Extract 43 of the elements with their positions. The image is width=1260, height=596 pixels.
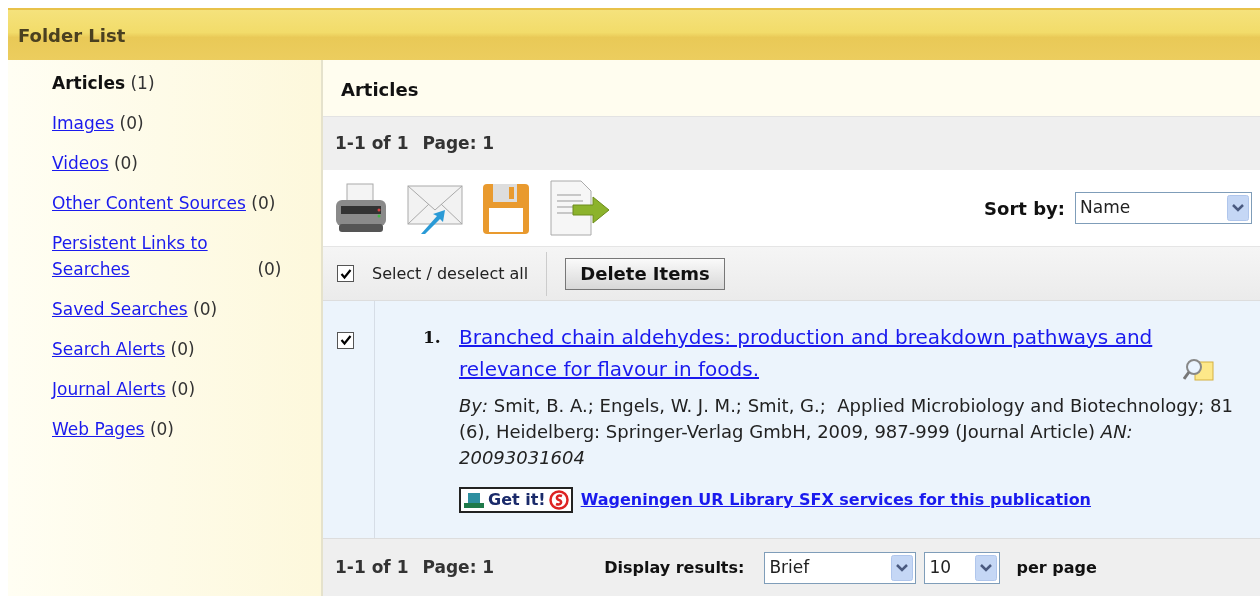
delete-items-button[interactable]: Delete Items (565, 257, 725, 290)
folder-count: (0) (149, 419, 174, 439)
display-format-dropdown[interactable]: Brief (764, 551, 917, 584)
result-range: 1-1 of 1 (335, 555, 409, 579)
folder-link[interactable]: Images (52, 110, 115, 136)
page-number: Page: 1 (422, 555, 495, 579)
article-title-link[interactable]: Branched chain aldehydes: production and breakdown pathways and relevance for flavour in foods. (459, 321, 1179, 385)
per-page-dropdown[interactable]: 10 (924, 551, 1001, 584)
select-all-label[interactable]: Select / deselect all (372, 261, 529, 286)
section-title: Articles (341, 78, 419, 102)
sfx-services-link[interactable]: Wageningen UR Library SFX services for this publication (580, 488, 1091, 512)
folder-link[interactable]: Web Pages (52, 416, 145, 442)
folder-link[interactable]: Saved Searches (52, 296, 188, 322)
folder-count: (0) (193, 299, 218, 319)
folder-count: (0) (251, 193, 276, 213)
folder-link[interactable]: Videos (52, 150, 109, 176)
panel-title: Folder List (18, 23, 126, 48)
citation-text: By: Smit, B. A.; Engels, W. J. M.; Smit, G.; Applied Microbiology and Biotechnology; 81 (6), Heidelberg: Springer-Verlag GmbH, 2009, 987-999 (Journal Article) AN: 20093031604 (459, 394, 1234, 470)
folder-count: (0) (170, 379, 196, 399)
checkbox[interactable] (337, 265, 354, 282)
preview-icon[interactable] (1183, 356, 1215, 382)
folder-label[interactable]: Articles (52, 73, 126, 93)
folder-link[interactable]: Journal Alerts (52, 376, 166, 402)
folder-link[interactable]: Search Alerts (52, 336, 166, 362)
checkbox[interactable] (337, 331, 354, 349)
page-number: Page: 1 (422, 131, 495, 155)
sort-label: Sort by: (984, 196, 1065, 221)
folder-count: (1) (130, 73, 155, 93)
sort-dropdown[interactable]: Name (1075, 192, 1252, 224)
get-it-button[interactable]: Get it! (459, 487, 573, 513)
folder-count: (0) (257, 259, 282, 279)
sfx-logo-icon (548, 490, 569, 510)
folder-link[interactable]: Other Content Sources (52, 190, 246, 216)
folder-link[interactable]: Persistent Links to Searches (52, 230, 252, 282)
result-range: 1-1 of 1 (335, 131, 409, 155)
export-document-icon[interactable] (547, 179, 611, 237)
per-page-label: per page (1016, 556, 1097, 579)
folder-count: (0) (113, 153, 138, 173)
result-number: 1. (423, 326, 442, 349)
folder-count: (0) (170, 339, 195, 359)
folder-count: (0) (119, 113, 144, 133)
library-icon (463, 491, 485, 509)
display-results-label: Display results: (604, 556, 745, 579)
